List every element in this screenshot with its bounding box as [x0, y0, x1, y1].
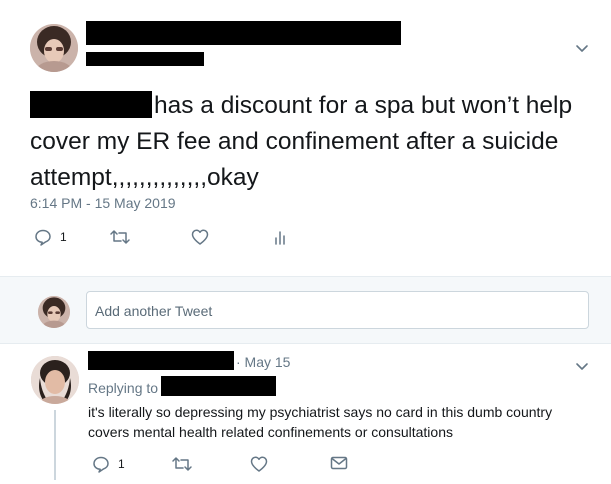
retweet-icon — [109, 228, 131, 246]
reply-icon — [92, 455, 110, 473]
reply-count: 1 — [60, 230, 67, 244]
chevron-down-icon[interactable] — [574, 40, 590, 56]
tweet-timestamp[interactable]: 6:14 PM - 15 May 2019 — [30, 195, 176, 211]
retweet-icon — [171, 455, 193, 473]
replying-to-label: Replying to — [88, 380, 159, 396]
reply-dm-button[interactable] — [330, 455, 348, 471]
compose-area: Add another Tweet — [0, 276, 611, 344]
reply-button[interactable]: 1 — [34, 228, 67, 246]
heart-icon — [191, 228, 209, 246]
reply-text: it's literally so depressing my psychiat… — [88, 404, 553, 440]
reply-reply-button[interactable]: 1 — [92, 455, 125, 473]
chevron-down-icon[interactable] — [574, 358, 590, 374]
analytics-button[interactable] — [273, 229, 287, 245]
reply-timestamp[interactable]: · May 15 — [236, 354, 290, 370]
reply-author-avatar[interactable] — [31, 356, 79, 404]
reply-reply-count: 1 — [118, 457, 125, 471]
add-tweet-input[interactable]: Add another Tweet — [86, 291, 589, 329]
replying-to-handle-redaction — [161, 376, 276, 396]
reply-retweet-button[interactable] — [171, 455, 193, 473]
composer-avatar[interactable] — [38, 296, 70, 328]
retweet-button[interactable] — [109, 228, 131, 246]
thread-line — [54, 410, 56, 480]
reply-like-button[interactable] — [250, 455, 268, 473]
tweet-text: has a discount for a spa but won’t help … — [30, 88, 600, 196]
author-avatar[interactable] — [30, 24, 78, 72]
reply-icon — [34, 228, 52, 246]
heart-icon — [250, 455, 268, 473]
author-handle-redaction — [86, 52, 204, 66]
reply-author-name-redaction — [88, 351, 234, 370]
author-name-redaction — [86, 21, 401, 45]
like-button[interactable] — [191, 228, 209, 246]
mention-redaction — [30, 91, 152, 118]
analytics-icon — [273, 229, 287, 245]
envelope-icon — [330, 455, 348, 471]
